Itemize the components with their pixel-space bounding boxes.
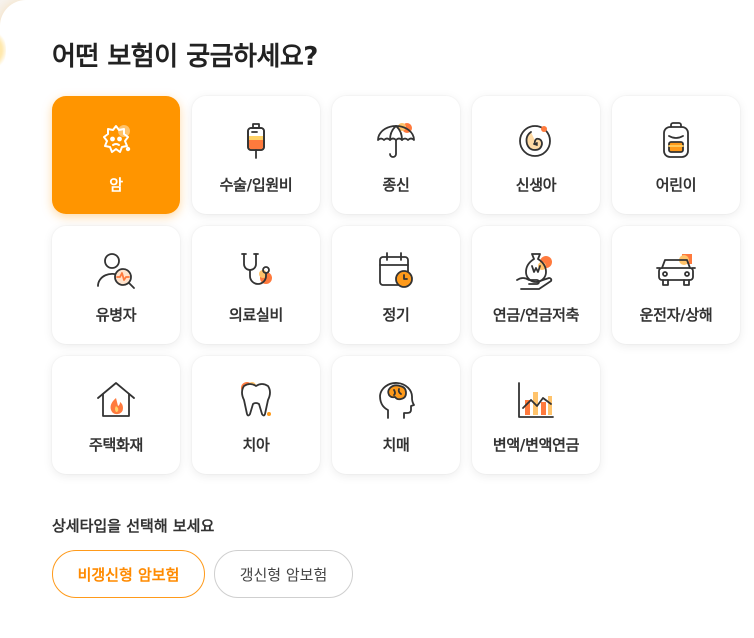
category-label: 운전자/상해 (639, 306, 713, 324)
category-card-surgery[interactable]: 수술/입원비 (192, 96, 320, 214)
bar-chart-icon (514, 378, 558, 422)
category-label: 정기 (382, 306, 410, 324)
house-fire-icon (94, 378, 138, 422)
category-card-dental[interactable]: 치아 (192, 356, 320, 474)
category-label: 종신 (382, 176, 410, 194)
category-card-cancer[interactable]: 암 (52, 96, 180, 214)
category-card-newborn[interactable]: 신생아 (472, 96, 600, 214)
category-label: 어린이 (655, 176, 697, 194)
money-bag-hand-icon (514, 248, 558, 292)
category-label: 수술/입원비 (219, 176, 293, 194)
content-panel: 어떤 보험이 궁금하세요? 암 수술/입원비 종신 신생아 어린이 유병자 의료… (0, 0, 754, 638)
category-card-variable[interactable]: 변액/변액연금 (472, 356, 600, 474)
category-label: 의료실비 (228, 306, 283, 324)
category-card-whole-life[interactable]: 종신 (332, 96, 460, 214)
category-label: 유병자 (95, 306, 137, 324)
car-icon (654, 248, 698, 292)
category-card-driver[interactable]: 운전자/상해 (612, 226, 740, 344)
category-card-child[interactable]: 어린이 (612, 96, 740, 214)
category-label: 신생아 (515, 176, 557, 194)
category-card-pension[interactable]: 연금/연금저축 (472, 226, 600, 344)
category-label: 연금/연금저축 (492, 306, 580, 324)
category-grid: 암 수술/입원비 종신 신생아 어린이 유병자 의료실비 정기 연금/연금저축 … (52, 96, 740, 474)
brain-head-icon (374, 378, 418, 422)
stethoscope-icon (234, 248, 278, 292)
virus-icon (94, 118, 138, 162)
umbrella-icon (374, 118, 418, 162)
category-label: 변액/변액연금 (492, 436, 580, 454)
category-card-house-fire[interactable]: 주택화재 (52, 356, 180, 474)
baby-icon (514, 118, 558, 162)
category-card-term[interactable]: 정기 (332, 226, 460, 344)
detail-type-non-renewable[interactable]: 비갱신형 암보험 (52, 550, 205, 598)
tooth-icon (234, 378, 278, 422)
category-label: 치아 (242, 436, 270, 454)
calendar-clock-icon (374, 248, 418, 292)
detail-type-options: 비갱신형 암보험 갱신형 암보험 (52, 550, 353, 598)
decorative-blob (0, 28, 6, 72)
category-card-medical[interactable]: 의료실비 (192, 226, 320, 344)
category-card-dementia[interactable]: 치매 (332, 356, 460, 474)
category-label: 암 (109, 176, 123, 194)
patient-search-icon (94, 248, 138, 292)
iv-bag-icon (234, 118, 278, 162)
category-card-preexisting[interactable]: 유병자 (52, 226, 180, 344)
page-title: 어떤 보험이 궁금하세요? (52, 42, 318, 72)
detail-type-renewable[interactable]: 갱신형 암보험 (214, 550, 353, 598)
detail-type-prompt: 상세타입을 선택해 보세요 (52, 517, 215, 535)
backpack-icon (654, 118, 698, 162)
category-label: 주택화재 (88, 436, 143, 454)
category-label: 치매 (382, 436, 410, 454)
